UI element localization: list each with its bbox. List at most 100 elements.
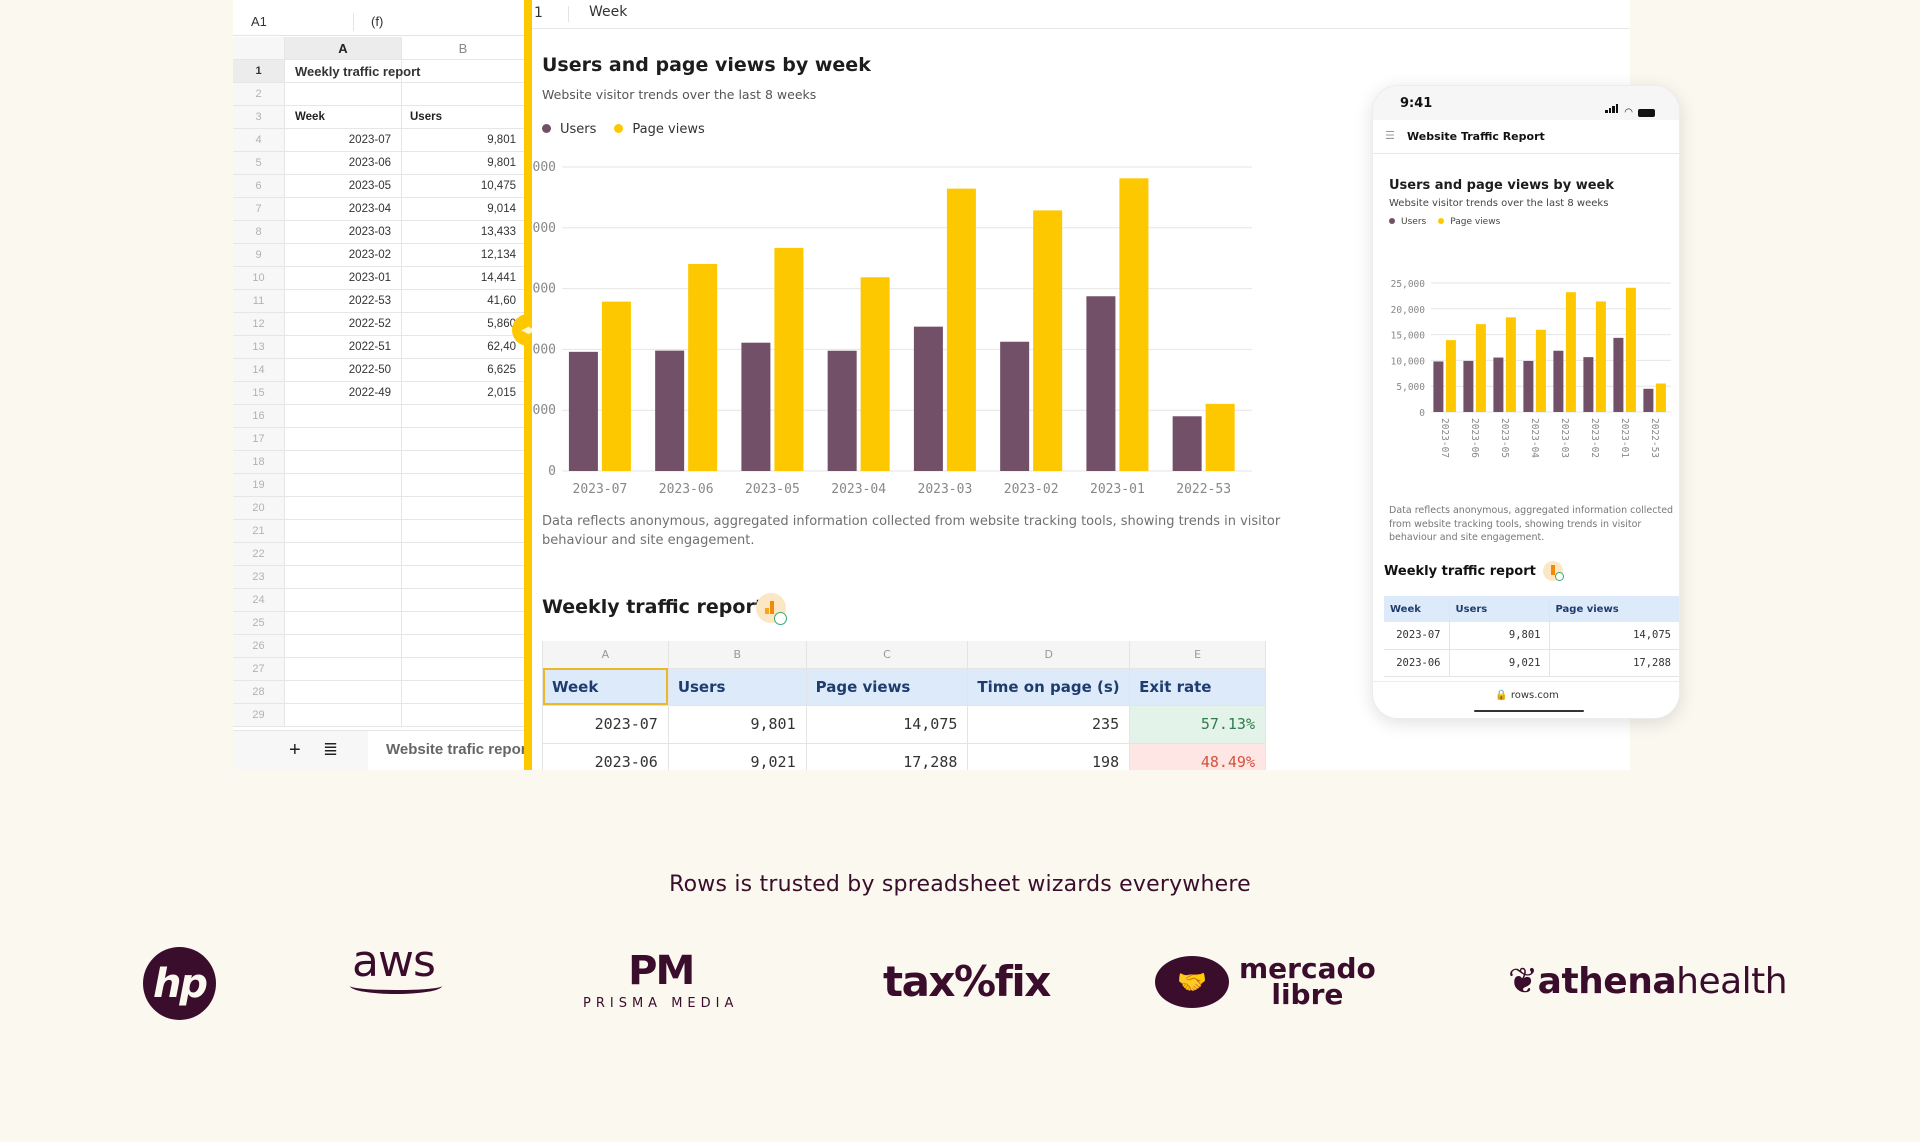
cell-time-on-page[interactable]: 198 [967, 742, 1131, 770]
cell-week[interactable]: 2023-06 [1384, 649, 1450, 677]
cell[interactable] [402, 566, 525, 588]
cell-week[interactable]: 2022-52 [285, 313, 402, 335]
legend-item-users[interactable]: Users [542, 122, 596, 137]
cell-week[interactable]: 2022-51 [285, 336, 402, 358]
cell-week[interactable]: 2023-01 [285, 267, 402, 289]
cell[interactable] [402, 704, 525, 726]
row-number[interactable]: 14 [233, 359, 285, 381]
legend-item-users[interactable]: Users [1389, 217, 1426, 227]
plus-icon[interactable]: + [289, 739, 301, 762]
row-number[interactable]: 29 [233, 704, 285, 726]
row-number[interactable]: 1 [233, 60, 285, 82]
cell[interactable] [285, 428, 402, 450]
cell-users[interactable]: 6,625 [402, 359, 525, 381]
cell[interactable] [402, 474, 525, 496]
cell[interactable] [402, 497, 525, 519]
column-letter[interactable]: D [967, 641, 1131, 669]
row-number[interactable]: 10 [233, 267, 285, 289]
split-divider[interactable] [524, 0, 532, 770]
google-analytics-icon[interactable] [756, 593, 787, 625]
cell[interactable] [402, 658, 525, 680]
row-number[interactable]: 9 [233, 244, 285, 266]
cell-users[interactable]: 2,015 [402, 382, 525, 404]
cell-week[interactable]: 2022-50 [285, 359, 402, 381]
cell-users[interactable]: 14,441 [402, 267, 525, 289]
row-number[interactable]: 4 [233, 129, 285, 151]
cell-week[interactable]: 2023-06 [285, 152, 402, 174]
row-number[interactable]: 11 [233, 290, 285, 312]
row-number[interactable]: 24 [233, 589, 285, 611]
sheet-tab[interactable]: Website trafic report [368, 731, 528, 770]
cell[interactable] [402, 428, 525, 450]
cell-time-on-page[interactable]: 235 [967, 704, 1131, 744]
sheet-grid[interactable]: A B 1 Weekly traffic report 2 3 Week Use… [233, 37, 525, 727]
row-number[interactable]: 25 [233, 612, 285, 634]
cell-page-views[interactable]: 17,288 [1549, 649, 1679, 677]
cell[interactable] [402, 635, 525, 657]
row-number[interactable]: 23 [233, 566, 285, 588]
cell[interactable] [285, 83, 402, 105]
cell-users[interactable]: 9,014 [402, 198, 525, 220]
row-number[interactable]: 22 [233, 543, 285, 565]
column-header-b[interactable]: B [402, 37, 525, 59]
row-number[interactable]: 8 [233, 221, 285, 243]
cell-week[interactable]: 2023-07 [1384, 622, 1450, 650]
row-number[interactable]: 17 [233, 428, 285, 450]
header-exit-rate[interactable]: Exit rate [1129, 667, 1266, 706]
header-users[interactable]: Users [1449, 596, 1550, 622]
cell[interactable] [402, 451, 525, 473]
cell[interactable] [402, 589, 525, 611]
row-number[interactable]: 5 [233, 152, 285, 174]
cell-week[interactable]: 2022-49 [285, 382, 402, 404]
row-number[interactable]: 19 [233, 474, 285, 496]
google-analytics-icon[interactable] [1543, 561, 1564, 581]
cell-users[interactable]: 9,021 [667, 742, 807, 770]
row-number[interactable]: 18 [233, 451, 285, 473]
cell-users[interactable]: 41,60 [402, 290, 525, 312]
row-number[interactable]: 2 [233, 83, 285, 105]
cell[interactable] [285, 635, 402, 657]
row-number[interactable]: 7 [233, 198, 285, 220]
legend-item-page-views[interactable]: Page views [1438, 217, 1500, 227]
cell[interactable] [402, 681, 525, 703]
cell[interactable] [285, 566, 402, 588]
cell[interactable] [285, 474, 402, 496]
cell-page-views[interactable]: 17,288 [805, 742, 969, 770]
header-cell-week[interactable]: Week [285, 106, 402, 128]
legend-item-page-views[interactable]: Page views [614, 122, 705, 137]
row-number[interactable]: 20 [233, 497, 285, 519]
header-page-views[interactable]: Page views [805, 667, 969, 706]
row-number[interactable]: 21 [233, 520, 285, 542]
cell[interactable] [285, 451, 402, 473]
cell-users[interactable]: 9,801 [1449, 622, 1550, 650]
cell-users[interactable]: 62,40 [402, 336, 525, 358]
cell[interactable] [402, 405, 525, 427]
column-letter[interactable]: C [805, 641, 969, 669]
row-number[interactable]: 6 [233, 175, 285, 197]
column-letter[interactable]: B [667, 641, 807, 669]
sheet-title-cell[interactable]: Weekly traffic report [285, 60, 420, 82]
header-week[interactable]: Week [1384, 596, 1450, 622]
cell-week[interactable]: 2023-07 [542, 704, 669, 744]
cell[interactable] [285, 589, 402, 611]
corner-cell[interactable] [233, 37, 285, 59]
header-cell-users[interactable]: Users [402, 106, 525, 128]
column-header-a[interactable]: A [285, 37, 402, 59]
column-letter[interactable]: E [1129, 641, 1266, 669]
cell-users[interactable]: 9,021 [1449, 649, 1550, 677]
row-number[interactable]: 28 [233, 681, 285, 703]
cell-users[interactable]: 5,860 [402, 313, 525, 335]
cell-week[interactable]: 2023-02 [285, 244, 402, 266]
cell[interactable] [285, 543, 402, 565]
cell[interactable] [402, 612, 525, 634]
cell[interactable] [402, 60, 525, 82]
header-time-on-page[interactable]: Time on page (s) [967, 667, 1131, 706]
cell[interactable] [285, 658, 402, 680]
row-label[interactable]: Week [589, 4, 627, 20]
cell-week[interactable]: 2022-53 [285, 290, 402, 312]
list-icon[interactable]: ≣ [323, 739, 338, 760]
cell-users[interactable]: 9,801 [667, 704, 807, 744]
cell-week[interactable]: 2023-06 [542, 742, 669, 770]
row-number[interactable]: 13 [233, 336, 285, 358]
cell-users[interactable]: 9,801 [402, 152, 525, 174]
